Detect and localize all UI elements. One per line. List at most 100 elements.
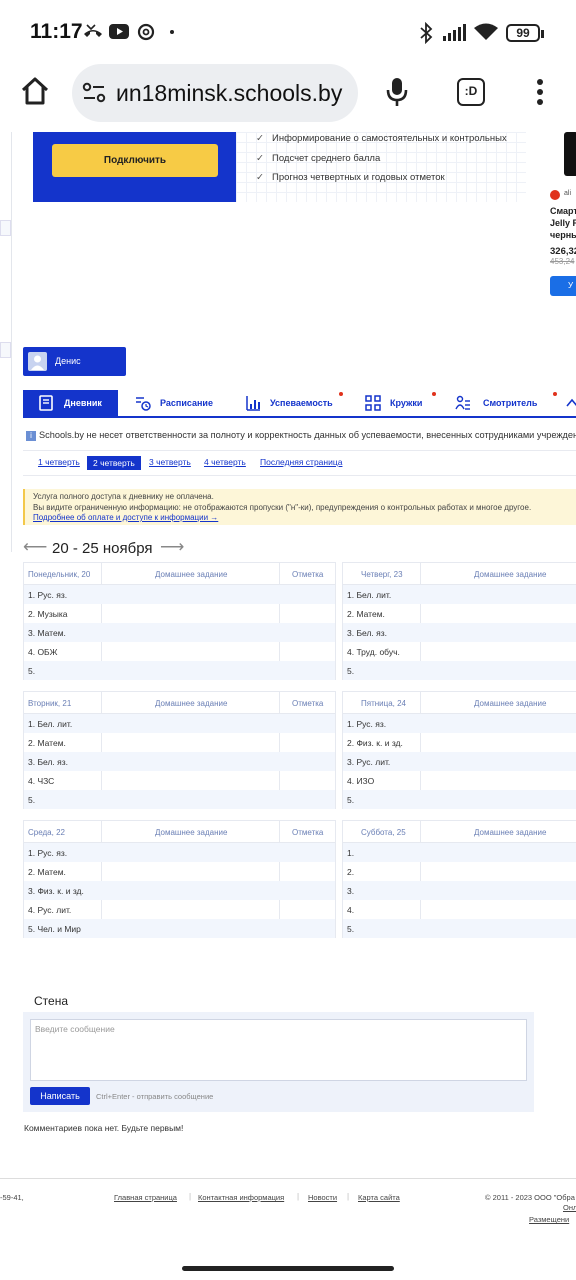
lesson-row[interactable]: 4. Рус. лит. <box>24 900 335 919</box>
left-sidebar-edge <box>0 132 12 552</box>
lesson-row[interactable]: 4. ЧЗС <box>24 771 335 790</box>
lesson-name: 3. <box>347 886 355 896</box>
lesson-name: 5. <box>28 795 36 805</box>
tab-schedule[interactable]: Расписание <box>135 390 245 416</box>
lesson-name: 5. <box>347 666 355 676</box>
signal-icon <box>443 24 466 41</box>
gesture-handle[interactable] <box>182 1266 394 1271</box>
system-navigation-bar <box>0 1240 576 1280</box>
footer-link-placement[interactable]: Размещени <box>529 1215 569 1224</box>
chevron-up-icon[interactable] <box>565 396 576 410</box>
connect-button[interactable]: Подключить <box>52 144 218 177</box>
check-icon: ✓ <box>256 153 264 164</box>
page-content: Подключить ✓ Информирование о самостоятел… <box>0 132 576 1240</box>
microphone-icon[interactable] <box>384 76 410 108</box>
quarter-link-3[interactable]: 3 четверть <box>149 457 191 467</box>
wifi-icon <box>474 23 498 40</box>
last-page-link[interactable]: Последняя страница <box>260 457 342 467</box>
lesson-row[interactable]: 2. Матем. <box>24 862 335 881</box>
lesson-name: 3. Бел. яз. <box>28 757 69 767</box>
day-name: Вторник, 21 <box>28 699 72 708</box>
battery-indicator: 99 <box>506 24 540 42</box>
lesson-row[interactable]: 5. <box>24 661 335 680</box>
lesson-row[interactable]: 4. ОБЖ <box>24 642 335 661</box>
lesson-name: 2. Музыка <box>28 609 68 619</box>
lesson-row[interactable]: 3. Бел. яз. <box>343 623 576 642</box>
lesson-row[interactable]: 3. Бел. яз. <box>24 752 335 771</box>
lesson-row[interactable]: 2. Матем. <box>24 733 335 752</box>
lesson-row[interactable]: 3. <box>343 881 576 900</box>
lesson-row[interactable]: 2. Физ. к. и зд. <box>343 733 576 752</box>
address-bar[interactable]: иn18minsk.schools.by <box>72 64 358 122</box>
footer-link-sitemap[interactable]: Карта сайта <box>358 1193 400 1202</box>
lesson-row[interactable]: 4. Труд. обуч. <box>343 642 576 661</box>
lesson-name: 1. Рус. яз. <box>28 590 68 600</box>
lesson-row[interactable]: 5. Чел. и Мир <box>24 919 335 938</box>
product-ad[interactable]: ali Смарт Jelly P черны 326,32 453,24 У <box>548 132 576 302</box>
payment-warning: Услуга полного доступа к дневнику не опл… <box>23 489 576 525</box>
day-name: Суббота, 25 <box>361 828 406 837</box>
mark-header: Отметка <box>292 828 324 837</box>
home-icon[interactable] <box>20 76 50 106</box>
footer-link-home[interactable]: Главная страница <box>114 1193 177 1202</box>
message-input[interactable]: Введите сообщение <box>30 1019 527 1081</box>
avatar <box>28 352 47 371</box>
ad-title: Смарт <box>550 206 576 216</box>
main-tabs: Дневник Расписание Успеваемость Кружки С… <box>23 390 576 418</box>
day-table: Пятница, 24Домашнее заданиеОтметка1. Рус… <box>342 691 576 809</box>
ad-button[interactable]: У <box>550 276 576 296</box>
lesson-name: 5. Чел. и Мир <box>28 924 81 934</box>
post-button[interactable]: Написать <box>30 1087 90 1105</box>
shortcut-hint: Ctrl+Enter - отправить сообщение <box>96 1092 214 1101</box>
observer-icon <box>455 395 470 410</box>
lesson-row[interactable]: 3. Физ. к. и зд. <box>24 881 335 900</box>
sidebar-widget[interactable] <box>0 220 11 236</box>
site-settings-icon[interactable] <box>82 82 106 104</box>
lesson-row[interactable]: 2. <box>343 862 576 881</box>
more-options-icon[interactable] <box>534 78 546 108</box>
footer-link-news[interactable]: Новости <box>308 1193 337 1202</box>
tab-observer[interactable]: Смотритель <box>455 390 557 416</box>
lesson-name: 2. Матем. <box>347 609 385 619</box>
homework-header: Домашнее задание <box>474 570 547 579</box>
lesson-row[interactable]: 1. Рус. яз. <box>24 585 335 604</box>
ad-price: 326,32 <box>550 246 576 257</box>
footer-link-contacts[interactable]: Контактная информация <box>198 1193 284 1202</box>
lesson-row[interactable]: 5. <box>343 919 576 938</box>
lesson-name: 3. Матем. <box>28 628 66 638</box>
day-header: Понедельник, 20 Домашнее задание Отметка <box>24 563 335 585</box>
next-week-arrow-icon[interactable]: ⟶ <box>160 537 184 557</box>
lesson-row[interactable]: 1. Рус. яз. <box>343 714 576 733</box>
tab-diary[interactable]: Дневник <box>23 390 118 416</box>
quarter-link-4[interactable]: 4 четверть <box>204 457 246 467</box>
lesson-row[interactable]: 2. Матем. <box>343 604 576 623</box>
lesson-row[interactable]: 1. Бел. лит. <box>343 585 576 604</box>
notification-dot <box>339 392 343 396</box>
lesson-row[interactable]: 3. Рус. лит. <box>343 752 576 771</box>
lesson-row[interactable]: 2. Музыка <box>24 604 335 623</box>
sidebar-widget[interactable] <box>0 342 11 358</box>
lesson-row[interactable]: 4. ИЗО <box>343 771 576 790</box>
lesson-name: 5. <box>28 666 36 676</box>
lesson-row[interactable]: 1. Бел. лит. <box>24 714 335 733</box>
lesson-row[interactable]: 5. <box>343 790 576 809</box>
prev-week-arrow-icon[interactable]: ⟵ <box>23 537 47 557</box>
warning-line: Услуга полного доступа к дневнику не опл… <box>33 492 214 501</box>
wall-title: Стена <box>34 994 69 1008</box>
lesson-row[interactable]: 4. <box>343 900 576 919</box>
user-button[interactable]: Денис <box>23 347 126 376</box>
tab-progress[interactable]: Успеваемость <box>245 390 355 416</box>
lesson-row[interactable]: 1. <box>343 843 576 862</box>
lesson-row[interactable]: 1. Рус. яз. <box>24 843 335 862</box>
quarter-link-2[interactable]: 2 четверть <box>87 456 141 470</box>
youtube-icon <box>109 24 129 39</box>
quarter-link-1[interactable]: 1 четверть <box>38 457 80 467</box>
lesson-row[interactable]: 3. Матем. <box>24 623 335 642</box>
payment-info-link[interactable]: Подробнее об оплате и доступе к информац… <box>33 513 218 522</box>
lesson-row[interactable]: 5. <box>343 661 576 680</box>
footer-link-online[interactable]: Онл <box>563 1203 576 1212</box>
tab-clubs[interactable]: Кружки <box>365 390 445 416</box>
day-table: Вторник, 21 Домашнее задание Отметка 1. Бел… <box>23 691 336 809</box>
lesson-row[interactable]: 5. <box>24 790 335 809</box>
tabs-switcher-icon[interactable]: :D <box>457 78 485 106</box>
